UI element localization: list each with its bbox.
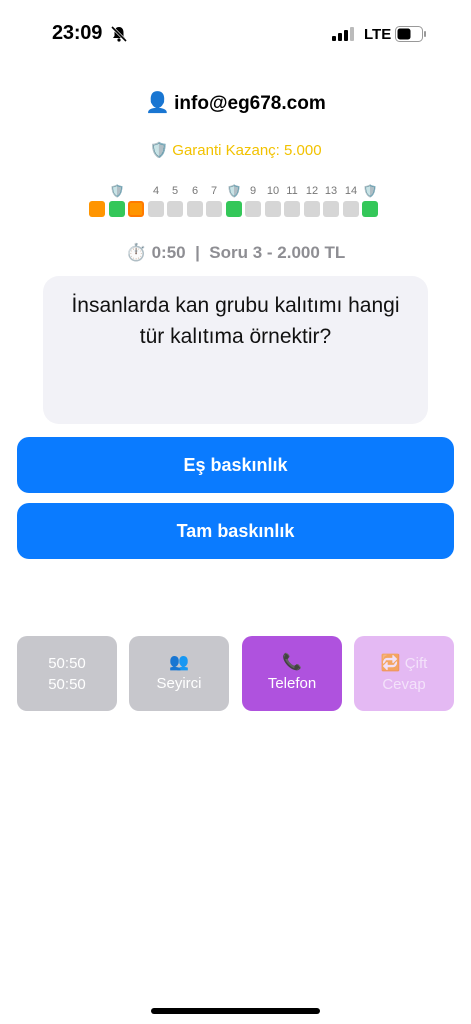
joker-double-label2: Cevap — [382, 675, 426, 693]
user-row: 👤 info@eg678.com — [0, 90, 471, 115]
answer-button-2[interactable]: Tam baskınlık — [17, 503, 454, 559]
ladder-step-number — [89, 183, 105, 199]
ladder-step-number — [128, 183, 144, 199]
answer-button-1[interactable]: Eş baskınlık — [17, 437, 454, 493]
ladder-step-number: 12 — [305, 185, 319, 197]
question-card: İnsanlarda kan grubu kalıtımı hangi tür … — [43, 276, 428, 424]
ladder-step-number: 4 — [152, 185, 160, 197]
status-time: 23:09 — [52, 22, 103, 44]
shield-icon: 🛡️ — [149, 142, 169, 159]
audience-icon: 👥 — [169, 654, 189, 671]
ladder-step-box — [323, 201, 339, 217]
ladder-step — [128, 183, 144, 217]
ladder-step-box — [148, 201, 164, 217]
joker-phone-button[interactable]: 📞 Telefon — [242, 636, 342, 711]
timer-text: 0:50 | Soru 3 - 2.000 TL — [151, 243, 346, 262]
joker-phone-label: Telefon — [267, 675, 317, 692]
ladder-step: 6 — [187, 183, 203, 217]
ladder-step: 12 — [304, 183, 320, 217]
battery-icon — [395, 26, 426, 42]
status-bar: 23:09 LTE — [0, 0, 471, 70]
user-email: info@eg678.com — [174, 93, 326, 114]
ladder-step-box — [245, 201, 261, 217]
ladder-step: 10 — [265, 183, 281, 217]
ladder-step: 11 — [284, 183, 300, 217]
signal-icon — [332, 27, 354, 41]
ladder-step-number: 10 — [266, 185, 280, 197]
ladder-step: 14 — [343, 183, 359, 217]
stopwatch-icon: ⏱️ — [125, 243, 147, 262]
ladder-step-box — [343, 201, 359, 217]
shield-icon: 🛡️ — [109, 184, 125, 198]
ladder-step: 9 — [245, 183, 261, 217]
home-indicator[interactable] — [151, 1008, 320, 1014]
ladder-step-box — [128, 201, 144, 217]
ladder-step: 5 — [167, 183, 183, 217]
ladder-step: 13 — [323, 183, 339, 217]
joker-double-answer-button[interactable]: 🔁 Çift Cevap — [354, 636, 454, 711]
guarantee-text: Garanti Kazanç: 5.000 — [172, 142, 322, 159]
ladder-step-box — [265, 201, 281, 217]
prize-ladder: 🛡️ 4 5 6 7 🛡️ 9 10 11 12 13 14 🛡️ — [89, 183, 389, 223]
ladder-step: 🛡️ — [109, 183, 125, 217]
ladder-step-box — [304, 201, 320, 217]
ladder-step-number: 5 — [171, 185, 179, 197]
ladder-step-box — [109, 201, 125, 217]
network-label: LTE — [364, 26, 392, 43]
ladder-step-number: 9 — [249, 185, 257, 197]
ladder-step: 4 — [148, 183, 164, 217]
joker-fifty-fifty-button[interactable]: 50:50 50:50 — [17, 636, 117, 711]
answer-label: Eş baskınlık — [183, 454, 288, 475]
ladder-step-number: 11 — [286, 185, 298, 197]
ladder-step-box — [362, 201, 378, 217]
ladder-step-box — [187, 201, 203, 217]
ladder-step-box — [284, 201, 300, 217]
joker-fifty-line1: 50:50 — [48, 654, 86, 672]
answer-label: Tam baskınlık — [176, 520, 295, 541]
ladder-step-number: 13 — [324, 185, 338, 197]
phone-icon: 📞 — [282, 654, 302, 671]
bell-off-icon — [110, 25, 128, 43]
shield-icon: 🛡️ — [362, 184, 378, 198]
repeat-icon: 🔁 — [380, 654, 401, 672]
ladder-step: 🛡️ — [362, 183, 378, 217]
ladder-step-number: 7 — [210, 185, 218, 197]
timer-row: ⏱️ 0:50 | Soru 3 - 2.000 TL — [0, 243, 471, 263]
ladder-step-box — [226, 201, 242, 217]
ladder-step-number: 14 — [344, 185, 358, 197]
shield-icon: 🛡️ — [226, 184, 242, 198]
ladder-step-box — [167, 201, 183, 217]
question-text: İnsanlarda kan grubu kalıtımı hangi tür … — [71, 294, 400, 348]
ladder-step: 7 — [206, 183, 222, 217]
joker-audience-label: Seyirci — [156, 675, 202, 692]
ladder-step-number: 6 — [191, 185, 199, 197]
ladder-step: 🛡️ — [226, 183, 242, 217]
ladder-step-box — [89, 201, 105, 217]
guarantee-row: 🛡️ Garanti Kazanç: 5.000 — [0, 141, 471, 159]
ladder-step-box — [206, 201, 222, 217]
ladder-step — [89, 183, 105, 217]
joker-audience-button[interactable]: 👥 Seyirci — [129, 636, 229, 711]
joker-double-label1: Çift — [404, 654, 428, 672]
joker-fifty-line2: 50:50 — [48, 675, 86, 693]
person-icon: 👤 — [145, 92, 171, 114]
